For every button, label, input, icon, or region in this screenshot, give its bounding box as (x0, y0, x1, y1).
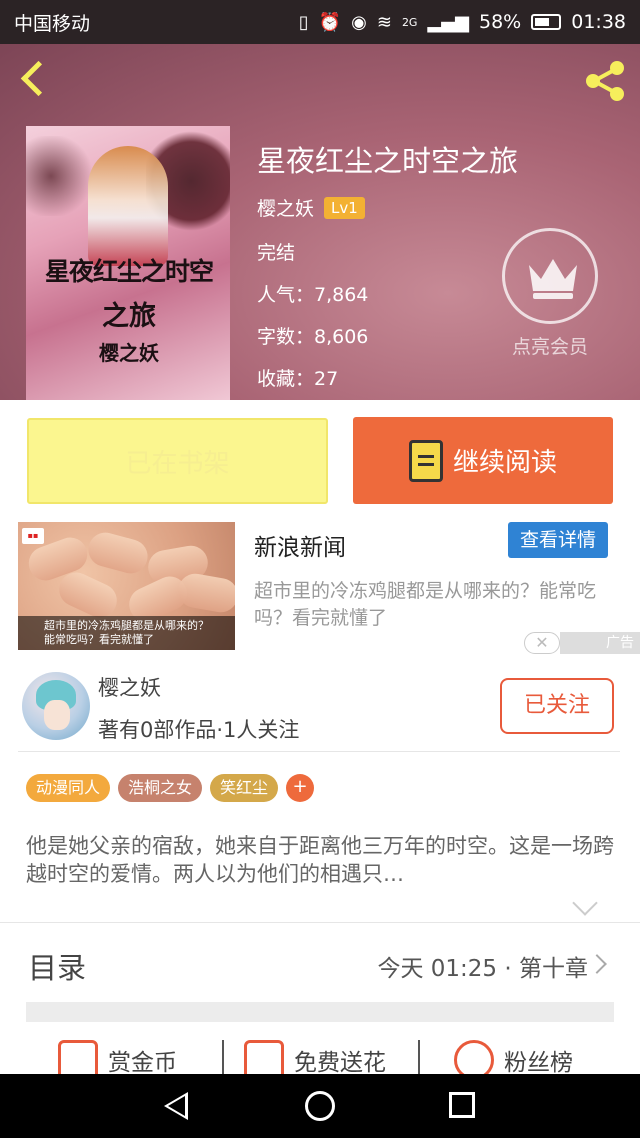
chevron-right-icon (587, 954, 607, 974)
status-icons: ▯ ⏰ ◉ ≋ 2G ▂▄▆ 58% 01:38 (299, 11, 626, 33)
section-divider (26, 1002, 614, 1022)
tag-list: 动漫同人 浩桐之女 笑红尘 + (26, 774, 315, 802)
book-status: 完结 (257, 242, 296, 264)
share-button[interactable] (582, 58, 628, 104)
ad-tag: 广告 (560, 632, 640, 654)
ad-close-button[interactable]: ✕ (524, 632, 560, 654)
synopsis: 他是她父亲的宿敌，她来自于距离他三万年的时空。这是一场跨越时空的爱情。两人以为他… (26, 834, 614, 886)
cover-title-line: 星夜红尘之时空 (44, 257, 214, 286)
eye-icon: ◉ (351, 11, 367, 33)
ad-logo: ▪▪ (22, 528, 44, 544)
status-bar: 中国移动 ▯ ⏰ ◉ ≋ 2G ▂▄▆ 58% 01:38 (0, 0, 640, 44)
tag-item[interactable]: 浩桐之女 (118, 774, 203, 802)
book-header: 星夜红尘之时空 之旅 樱之妖 星夜红尘之时空之旅 樱之妖 Lv1 完结 人气：7… (0, 44, 640, 400)
ad-description: 超市里的冷冻鸡腿都是从哪来的？能常吃吗？看完就懂了 (254, 580, 597, 629)
crown-icon (529, 259, 577, 299)
book-icon (408, 439, 443, 482)
vibrate-icon: ▯ (298, 11, 309, 33)
cover-title: 星夜红尘之时空 之旅 樱之妖 (34, 252, 224, 366)
signal-icon: ▂▄▆ (427, 11, 469, 33)
on-shelf-button[interactable]: 已在书架 (27, 418, 328, 504)
level-badge: Lv1 (324, 196, 365, 219)
back-button[interactable] (16, 58, 56, 102)
envelope-icon (58, 1040, 98, 1076)
continue-reading-button[interactable]: 继续阅读 (353, 417, 613, 504)
nav-recent-apps-icon[interactable] (449, 1092, 475, 1118)
word-count: 字数：8,606 (257, 326, 369, 348)
battery-percent: 58% (479, 11, 522, 33)
author-row: 樱之妖 Lv1 (257, 194, 365, 221)
flower-icon (244, 1040, 284, 1076)
latest-chapter: 今天 01:25 · 第十章 (377, 956, 588, 982)
book-title: 星夜红尘之时空之旅 (257, 144, 519, 178)
author-stats: 著有0部作品·1人关注 (98, 718, 300, 742)
popularity: 人气：7,864 (257, 284, 369, 306)
system-nav-bar (0, 1074, 640, 1138)
cover-title-line: 之旅 (102, 301, 156, 332)
favorites-count: 收藏：27 (257, 368, 339, 390)
fan-ranking-label: 粉丝榜 (504, 1050, 573, 1076)
nav-home-icon[interactable] (305, 1091, 335, 1121)
avatar[interactable] (22, 672, 90, 740)
add-tag-button[interactable]: + (286, 774, 315, 802)
send-flowers-label: 免费送花 (294, 1050, 386, 1076)
table-of-contents-row[interactable]: 目录 今天 01:25 · 第十章 (0, 922, 640, 1002)
divider (418, 1040, 420, 1076)
tag-item[interactable]: 笑红尘 (210, 774, 279, 802)
ad-image-caption: 超市里的冷冻鸡腿都是从哪来的？能常吃吗？看完就懂了 (18, 616, 235, 650)
ad-banner[interactable]: ▪▪ 超市里的冷冻鸡腿都是从哪来的？能常吃吗？看完就懂了 新浪新闻 查看详情 超… (0, 522, 640, 660)
ad-detail-button[interactable]: 查看详情 (508, 522, 608, 558)
follow-button[interactable]: 已关注 (500, 678, 614, 734)
author-name[interactable]: 樱之妖 (257, 194, 314, 221)
book-cover[interactable]: 星夜红尘之时空 之旅 樱之妖 (26, 126, 230, 400)
continue-reading-label: 继续阅读 (452, 448, 557, 478)
share-icon (586, 61, 624, 101)
ad-source: 新浪新闻 (254, 535, 346, 561)
send-flowers-button[interactable]: 免费送花 (244, 1040, 386, 1076)
book-details: 樱之妖 著有0部作品·1人关注 已关注 动漫同人 浩桐之女 笑红尘 + 他是她父… (0, 660, 640, 1076)
author-card-name: 樱之妖 (98, 676, 161, 700)
nav-back-icon[interactable] (164, 1092, 188, 1120)
cover-author: 樱之妖 (99, 341, 159, 365)
battery-icon (531, 14, 562, 30)
chevron-down-icon[interactable] (572, 890, 598, 916)
network-type: 2G (401, 15, 418, 29)
ad-image[interactable]: ▪▪ 超市里的冷冻鸡腿都是从哪来的？能常吃吗？看完就懂了 (18, 522, 235, 650)
carrier-name: 中国移动 (14, 12, 91, 35)
toc-label: 目录 (28, 951, 87, 985)
wifi-icon: ≋ (376, 11, 392, 33)
ranking-icon (454, 1040, 494, 1076)
member-button[interactable]: 点亮会员 (502, 228, 598, 359)
fan-ranking-button[interactable]: 粉丝榜 (454, 1040, 573, 1076)
divider (222, 1040, 224, 1076)
action-bar: 已在书架 继续阅读 (0, 400, 640, 522)
cover-illustration (88, 146, 168, 266)
member-label: 点亮会员 (511, 336, 588, 358)
tag-item[interactable]: 动漫同人 (26, 774, 111, 802)
author-card[interactable]: 樱之妖 著有0部作品·1人关注 已关注 (18, 660, 620, 752)
tip-coins-label: 赏金币 (108, 1050, 177, 1076)
member-ring (502, 228, 598, 324)
alarm-icon: ⏰ (318, 11, 342, 33)
clock: 01:38 (571, 11, 626, 33)
reward-bar: 赏金币 免费送花 粉丝榜 (0, 1036, 640, 1076)
tip-coins-button[interactable]: 赏金币 (58, 1040, 177, 1076)
